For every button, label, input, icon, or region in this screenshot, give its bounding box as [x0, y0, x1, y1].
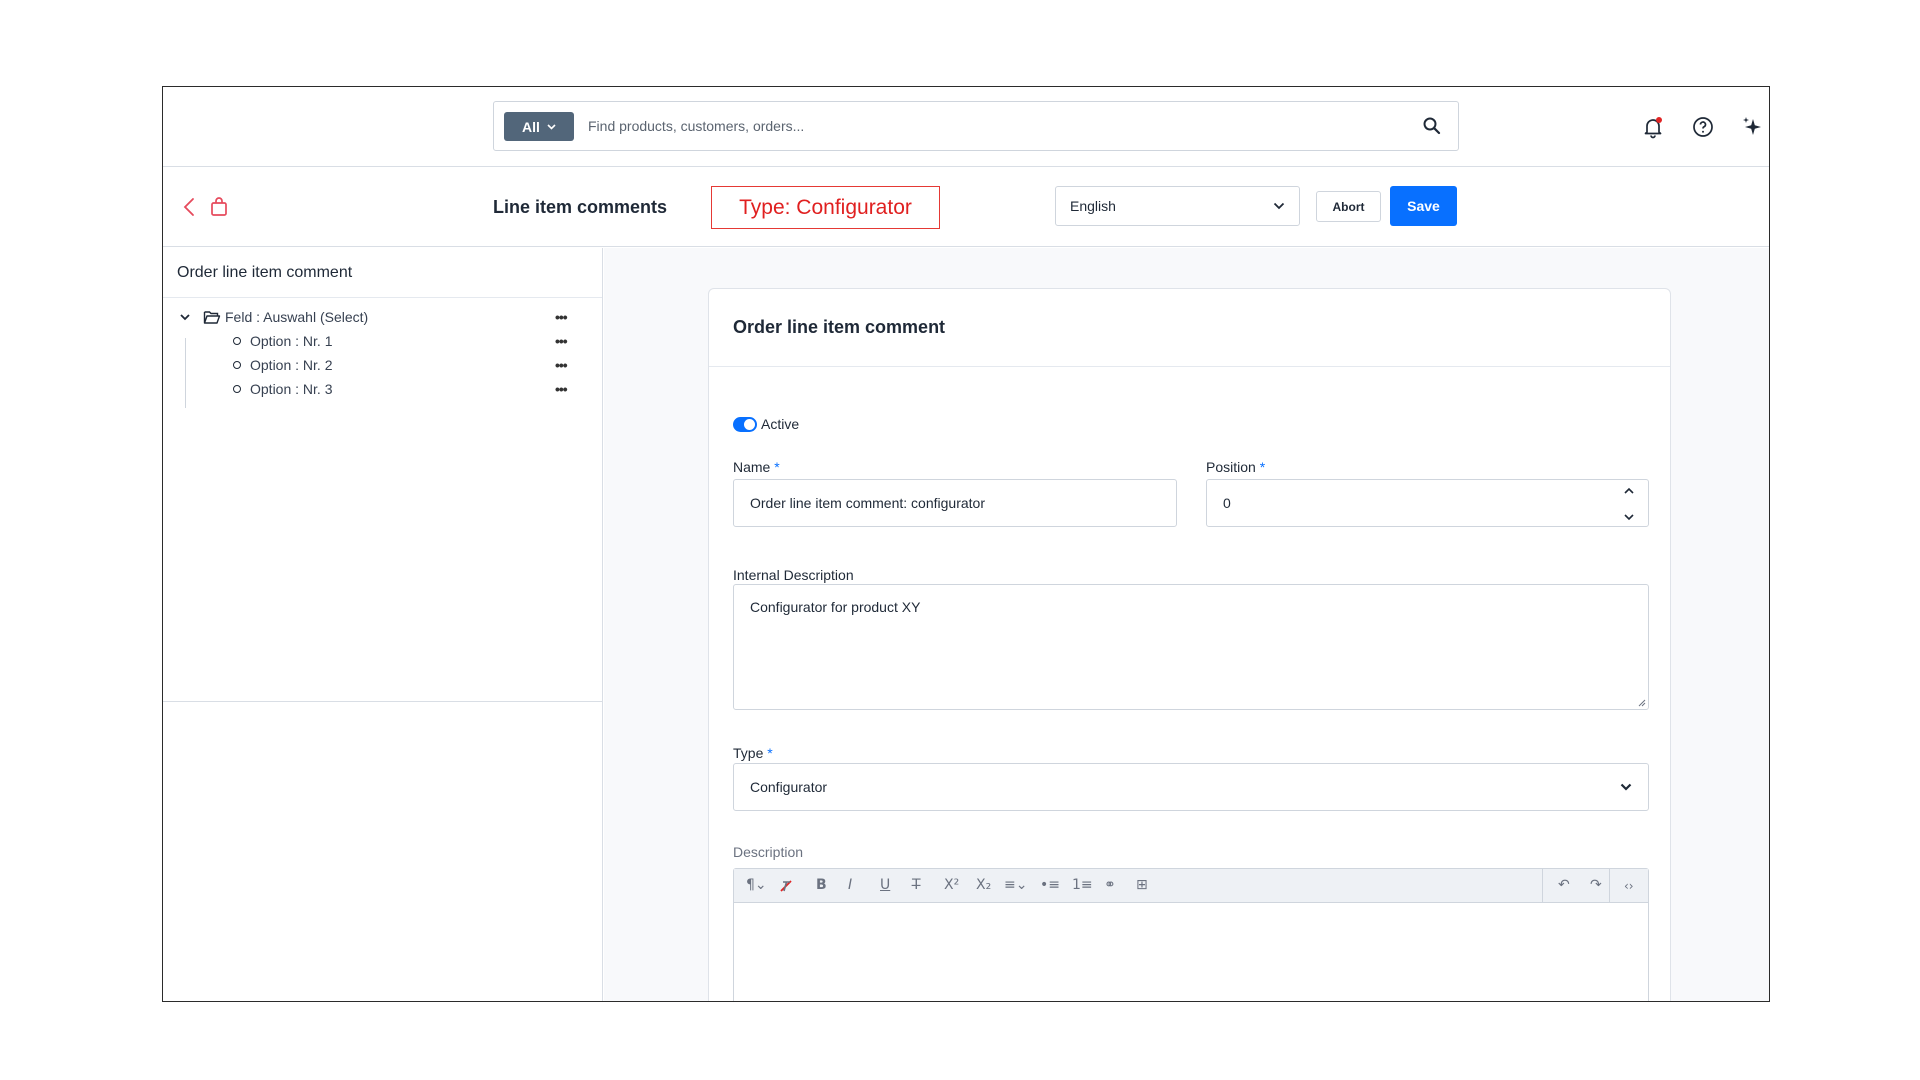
internal-description-label: Internal Description — [733, 567, 854, 583]
detail-card: Order line item comment Active Name * Or… — [708, 288, 1671, 1001]
tree-item-label: Option : Nr. 3 — [250, 381, 333, 397]
tree-title: Order line item comment — [163, 248, 602, 298]
internal-description-value: Configurator for product XY — [750, 599, 921, 615]
editor-content-area[interactable] — [734, 904, 1648, 1001]
tree-item-root[interactable]: Feld : Auswahl (Select) ••• — [163, 306, 602, 328]
page-title: Line item comments — [493, 197, 668, 217]
ai-sparkle-icon[interactable] — [1739, 113, 1767, 141]
tree-item-label: Feld : Auswahl (Select) — [225, 309, 369, 325]
main-content: Order line item comment Active Name * Or… — [604, 248, 1769, 1001]
name-field[interactable]: Order line item comment: configurator — [733, 479, 1177, 527]
position-label-text: Position — [1206, 459, 1256, 475]
type-select[interactable]: Configurator — [733, 763, 1649, 811]
save-button[interactable]: Save — [1390, 186, 1457, 226]
bullet-icon — [233, 361, 241, 369]
active-switch-field: Active — [733, 416, 799, 432]
italic-icon[interactable]: I — [848, 877, 852, 893]
toolbar-divider — [1542, 869, 1543, 903]
numbered-list-icon[interactable]: 1≡ — [1072, 877, 1093, 893]
name-label-text: Name — [733, 459, 771, 475]
top-bar: All — [163, 87, 1769, 167]
active-toggle[interactable] — [733, 416, 757, 432]
search-scope-dropdown[interactable]: All — [504, 112, 574, 141]
required-mark: * — [767, 745, 773, 761]
tree-item-option-1[interactable]: Option : Nr. 1 ••• — [163, 330, 602, 352]
subscript-icon[interactable]: X₂ — [976, 877, 991, 893]
required-mark: * — [774, 459, 780, 475]
strikethrough-icon[interactable]: T̶ — [912, 877, 921, 893]
language-value: English — [1070, 198, 1116, 214]
redo-icon[interactable]: ↷ — [1590, 877, 1602, 893]
search-input[interactable] — [588, 111, 1398, 141]
tree-item-label: Option : Nr. 1 — [250, 333, 333, 349]
table-icon[interactable]: ⊞ — [1136, 877, 1148, 893]
position-stepper[interactable] — [1622, 486, 1636, 522]
chevron-down-icon — [1273, 202, 1285, 210]
tree-item-option-3[interactable]: Option : Nr. 3 ••• — [163, 378, 602, 400]
toolbar-divider — [1609, 869, 1610, 903]
name-label: Name * — [733, 459, 780, 475]
abort-button[interactable]: Abort — [1316, 191, 1381, 222]
type-label: Type * — [733, 745, 773, 761]
position-label: Position * — [1206, 459, 1265, 475]
global-search: All — [493, 101, 1459, 151]
tree-item-option-2[interactable]: Option : Nr. 2 ••• — [163, 354, 602, 376]
bullet-list-icon[interactable]: •≡ — [1040, 877, 1060, 893]
description-editor: ¶⌄ B I U T̶ X² X₂ ≡⌄ •≡ 1≡ ⚭ ⊞ ↶ ↷ ‹› — [733, 868, 1649, 1001]
more-icon[interactable]: ••• — [555, 309, 568, 325]
type-value: Configurator — [750, 779, 828, 795]
folder-open-icon — [203, 311, 221, 324]
tree-panel: Order line item comment Feld : Auswahl (… — [163, 248, 603, 1001]
chevron-down-icon[interactable] — [179, 311, 191, 323]
required-mark: * — [1259, 459, 1266, 475]
undo-icon[interactable]: ↶ — [1558, 877, 1570, 893]
align-icon[interactable]: ≡⌄ — [1004, 877, 1027, 893]
more-icon[interactable]: ••• — [555, 333, 568, 349]
bullet-icon — [233, 337, 241, 345]
active-label: Active — [761, 416, 800, 432]
top-icons — [1639, 113, 1767, 141]
code-view-icon[interactable]: ‹› — [1624, 879, 1634, 893]
chevron-down-icon[interactable] — [1622, 512, 1636, 522]
type-annotation-box: Type: Configurator — [711, 186, 940, 229]
editor-toolbar: ¶⌄ B I U T̶ X² X₂ ≡⌄ •≡ 1≡ ⚭ ⊞ ↶ ↷ ‹› — [734, 869, 1648, 903]
more-icon[interactable]: ••• — [555, 357, 568, 373]
bold-icon[interactable]: B — [816, 877, 827, 893]
chevron-up-icon[interactable] — [1622, 486, 1636, 496]
language-select[interactable]: English — [1055, 186, 1300, 226]
position-field[interactable]: 0 — [1206, 479, 1649, 527]
search-scope-label: All — [522, 118, 540, 135]
page-header: Line item comments Type: Configurator En… — [163, 167, 1769, 247]
link-icon[interactable]: ⚭ — [1104, 877, 1116, 893]
app-window: All Line item comments Type: Configurato… — [162, 86, 1770, 1002]
help-icon[interactable] — [1689, 113, 1717, 141]
superscript-icon[interactable]: X² — [944, 877, 959, 893]
remove-format-icon[interactable] — [778, 878, 794, 894]
notification-bell-icon[interactable] — [1639, 113, 1667, 141]
internal-description-field[interactable]: Configurator for product XY — [733, 584, 1649, 710]
card-title: Order line item comment — [709, 289, 1670, 367]
type-label-text: Type — [733, 745, 764, 761]
tree-body: Feld : Auswahl (Select) ••• Option : Nr.… — [163, 298, 602, 702]
description-label: Description — [733, 844, 804, 860]
paragraph-format-icon[interactable]: ¶⌄ — [746, 877, 767, 893]
name-value: Order line item comment: configurator — [750, 495, 985, 511]
underline-icon[interactable]: U — [880, 877, 890, 893]
bullet-icon — [233, 385, 241, 393]
back-arrow-icon[interactable] — [181, 197, 199, 217]
chevron-down-icon — [1620, 783, 1632, 791]
chevron-down-icon — [547, 123, 556, 130]
position-value: 0 — [1223, 495, 1231, 511]
tree-item-label: Option : Nr. 2 — [250, 357, 333, 373]
shopping-bag-icon — [211, 197, 227, 216]
resize-grip-icon[interactable] — [1638, 699, 1646, 707]
search-icon[interactable] — [1422, 116, 1442, 136]
more-icon[interactable]: ••• — [555, 381, 568, 397]
